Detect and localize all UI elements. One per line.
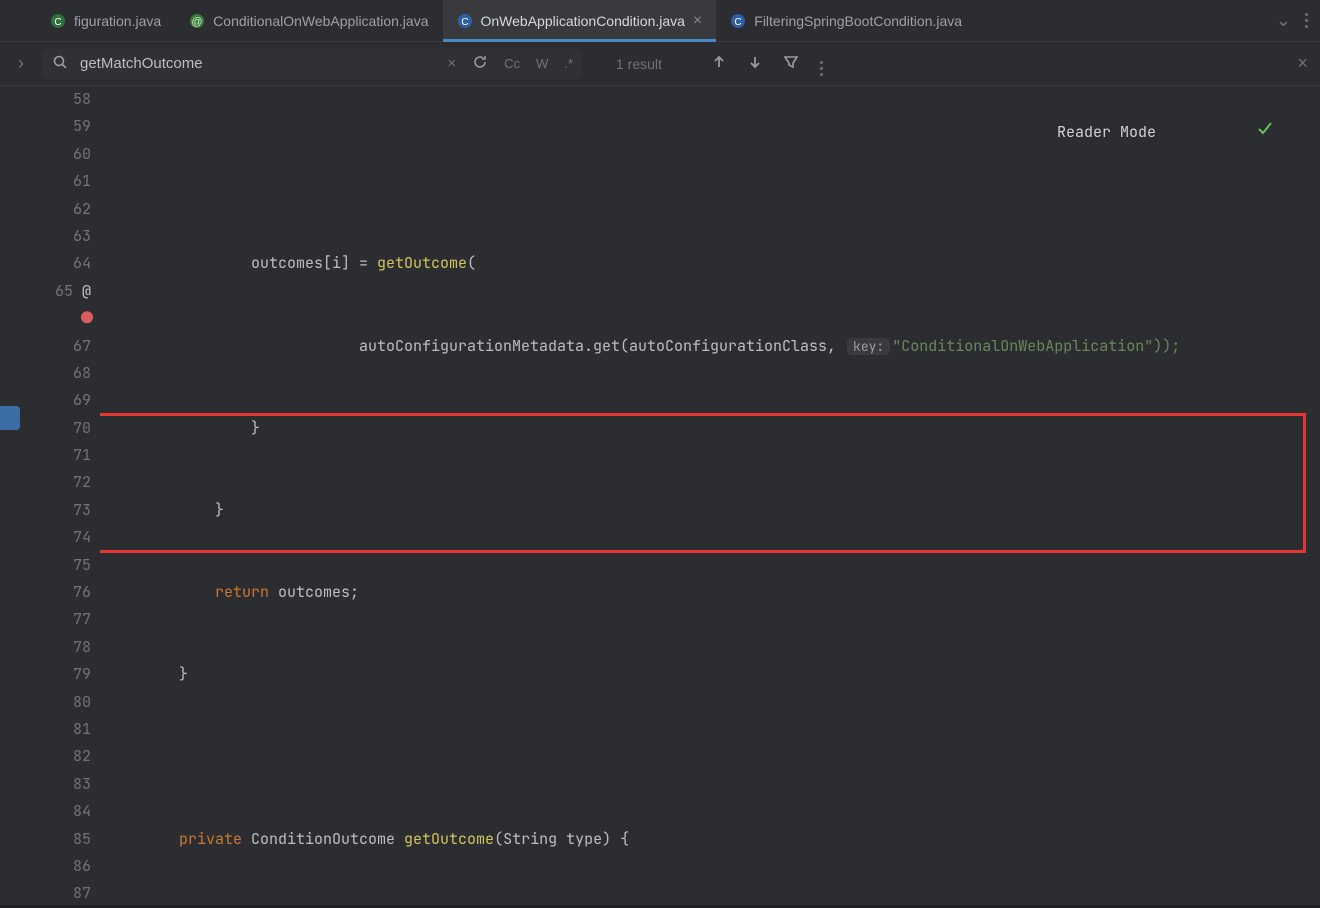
svg-text:C: C (54, 17, 61, 28)
line-number[interactable]: 59 (0, 113, 91, 140)
tab-label: figuration.java (74, 13, 161, 29)
tab-label: ConditionalOnWebApplication.java (213, 13, 428, 29)
whole-word-toggle[interactable]: W (533, 56, 551, 71)
reader-mode-badge[interactable]: Reader Mode (1057, 92, 1274, 174)
line-number[interactable]: 76 (0, 579, 91, 606)
search-history-icon[interactable] (469, 54, 491, 73)
line-number[interactable]: 71 (0, 442, 91, 469)
code-editor[interactable]: 5859606162636465 @6768697071727374757677… (0, 86, 1320, 905)
tab-filtering[interactable]: C FilteringSpringBootCondition.java (716, 0, 976, 41)
expand-replace-icon[interactable]: › (6, 53, 36, 74)
line-number[interactable]: 75 (0, 552, 91, 579)
line-number[interactable]: 80 (0, 689, 91, 716)
line-number[interactable]: 78 (0, 634, 91, 661)
clear-search-icon[interactable]: × (444, 55, 459, 72)
line-number[interactable]: 83 (0, 771, 91, 798)
reader-mode-label: Reader Mode (1057, 119, 1156, 146)
filter-icon[interactable] (776, 55, 806, 72)
java-class-icon: C (50, 13, 66, 29)
editor-tabs: C figuration.java @ ConditionalOnWebAppl… (0, 0, 1320, 42)
line-number[interactable]: 64 (0, 250, 91, 277)
chevron-down-icon[interactable]: ⌄ (1276, 10, 1291, 31)
search-input[interactable] (78, 54, 434, 73)
line-number[interactable]: 58 (0, 86, 91, 113)
line-number[interactable]: 82 (0, 743, 91, 770)
line-number[interactable] (0, 305, 91, 332)
line-gutter: 5859606162636465 @6768697071727374757677… (0, 86, 100, 905)
close-icon[interactable]: × (693, 13, 702, 29)
override-gutter-icon[interactable]: @ (82, 281, 91, 301)
tab-label: OnWebApplicationCondition.java (481, 13, 685, 29)
tab-onwebapp[interactable]: C OnWebApplicationCondition.java × (443, 0, 717, 41)
code-area[interactable]: Reader Mode outcomes[i] = getOutcome( au… (100, 86, 1320, 905)
inlay-hint: key: (847, 338, 890, 355)
java-class-icon: C (730, 13, 746, 29)
line-number[interactable]: 65 @ (0, 278, 91, 305)
line-number[interactable]: 86 (0, 853, 91, 880)
java-class-icon: C (457, 13, 473, 29)
line-number[interactable]: 81 (0, 716, 91, 743)
line-number[interactable]: 74 (0, 524, 91, 551)
line-number[interactable]: 85 (0, 826, 91, 853)
line-number[interactable]: 67 (0, 333, 91, 360)
line-number[interactable]: 79 (0, 661, 91, 688)
next-match-icon[interactable] (740, 55, 770, 72)
breakpoint-icon[interactable] (81, 311, 93, 323)
find-bar: › × Cc W .* 1 result × (0, 42, 1320, 86)
line-number[interactable]: 68 (0, 360, 91, 387)
line-number[interactable]: 84 (0, 798, 91, 825)
line-number[interactable]: 72 (0, 469, 91, 496)
tabs-controls: ⌄ (1276, 0, 1320, 41)
regex-toggle[interactable]: .* (561, 56, 576, 71)
line-number[interactable]: 62 (0, 196, 91, 223)
analysis-ok-icon (1166, 92, 1274, 174)
annotation-icon: @ (189, 13, 205, 29)
line-number[interactable]: 87 (0, 880, 91, 907)
prev-match-icon[interactable] (704, 55, 734, 72)
match-case-toggle[interactable]: Cc (501, 56, 523, 71)
line-number[interactable]: 63 (0, 223, 91, 250)
line-number[interactable]: 73 (0, 497, 91, 524)
tab-figuration[interactable]: C figuration.java (36, 0, 175, 41)
line-number[interactable]: 61 (0, 168, 91, 195)
svg-text:C: C (735, 17, 742, 28)
close-findbar-icon[interactable]: × (1297, 53, 1308, 74)
kebab-menu-icon[interactable] (1305, 13, 1308, 28)
more-options-icon[interactable] (812, 51, 831, 76)
svg-text:C: C (461, 17, 468, 28)
search-icon (52, 54, 68, 73)
line-number[interactable]: 60 (0, 141, 91, 168)
tab-label: FilteringSpringBootCondition.java (754, 13, 962, 29)
search-result-count: 1 result (588, 56, 698, 72)
find-input-box: × Cc W .* (42, 49, 582, 79)
bookmark-indicator[interactable] (0, 406, 20, 430)
tab-conditional[interactable]: @ ConditionalOnWebApplication.java (175, 0, 442, 41)
svg-text:@: @ (192, 16, 203, 28)
line-number[interactable]: 77 (0, 606, 91, 633)
